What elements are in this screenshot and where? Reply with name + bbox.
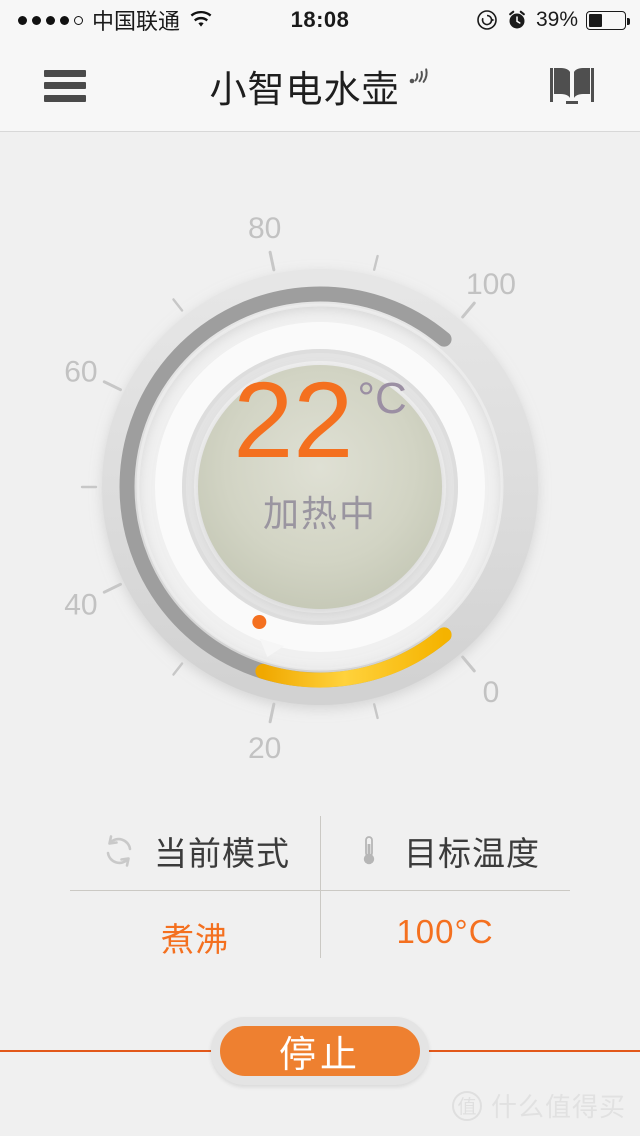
info-mode-value: 煮沸 (161, 921, 229, 958)
gauge-tick-label: 100 (466, 268, 516, 301)
refresh-icon (106, 835, 132, 867)
open-book-icon[interactable] (548, 64, 596, 108)
battery-percent-label: 39% (535, 8, 578, 31)
alarm-clock-icon (509, 10, 525, 29)
info-target-divider (320, 890, 570, 891)
page-title: 小智电水壶 (0, 59, 640, 113)
rotation-lock-icon (477, 10, 497, 30)
gauge-tick-label: 0 (483, 676, 500, 709)
watermark-logo: 值 (451, 1090, 482, 1121)
device-signal-icon (409, 67, 428, 83)
temperature-gauge[interactable]: 0 20 40 60 80 100 22 °C 加热中 (0, 132, 640, 792)
navigation-bar: 小智电水壶 (0, 40, 640, 132)
stop-button[interactable]: 停止 (211, 1017, 429, 1085)
gauge-tick-label: 60 (64, 355, 97, 388)
gauge-svg: 0 20 40 60 80 100 (64, 212, 538, 765)
info-vertical-divider (320, 816, 321, 958)
app-screen: 中国联通 18:08 39% 小智电水壶 0 20 40 60 80 100 2… (0, 0, 640, 1136)
info-mode-header: 当前模式 (100, 812, 290, 890)
info-target-value: 100°C (396, 913, 494, 950)
page-title-label: 小智电水壶 (209, 68, 400, 110)
gauge-tick-label: 20 (248, 732, 281, 765)
status-bar-right: 39% (476, 8, 630, 32)
stop-button-label: 停止 (279, 1034, 361, 1075)
battery-icon (586, 10, 630, 30)
info-cell-target[interactable]: 目标温度 100°C (320, 812, 570, 962)
watermark-text: 什么值得买 (490, 1092, 626, 1122)
gauge-tick-label: 80 (248, 212, 281, 245)
gauge-marker-dot (252, 614, 267, 629)
gauge-tick-label: 40 (64, 589, 97, 622)
info-mode-label: 当前模式 (154, 835, 290, 872)
watermark: 值 什么值得买 (451, 1087, 626, 1124)
info-panel: 当前模式 煮沸 目标温度 100°C (70, 812, 570, 962)
status-bar: 中国联通 18:08 39% (0, 0, 640, 40)
info-target-header: 目标温度 (350, 812, 540, 890)
info-target-label: 目标温度 (404, 835, 540, 872)
info-cell-mode[interactable]: 当前模式 煮沸 (70, 812, 320, 962)
thermometer-icon (363, 836, 375, 865)
info-mode-divider (70, 890, 320, 891)
